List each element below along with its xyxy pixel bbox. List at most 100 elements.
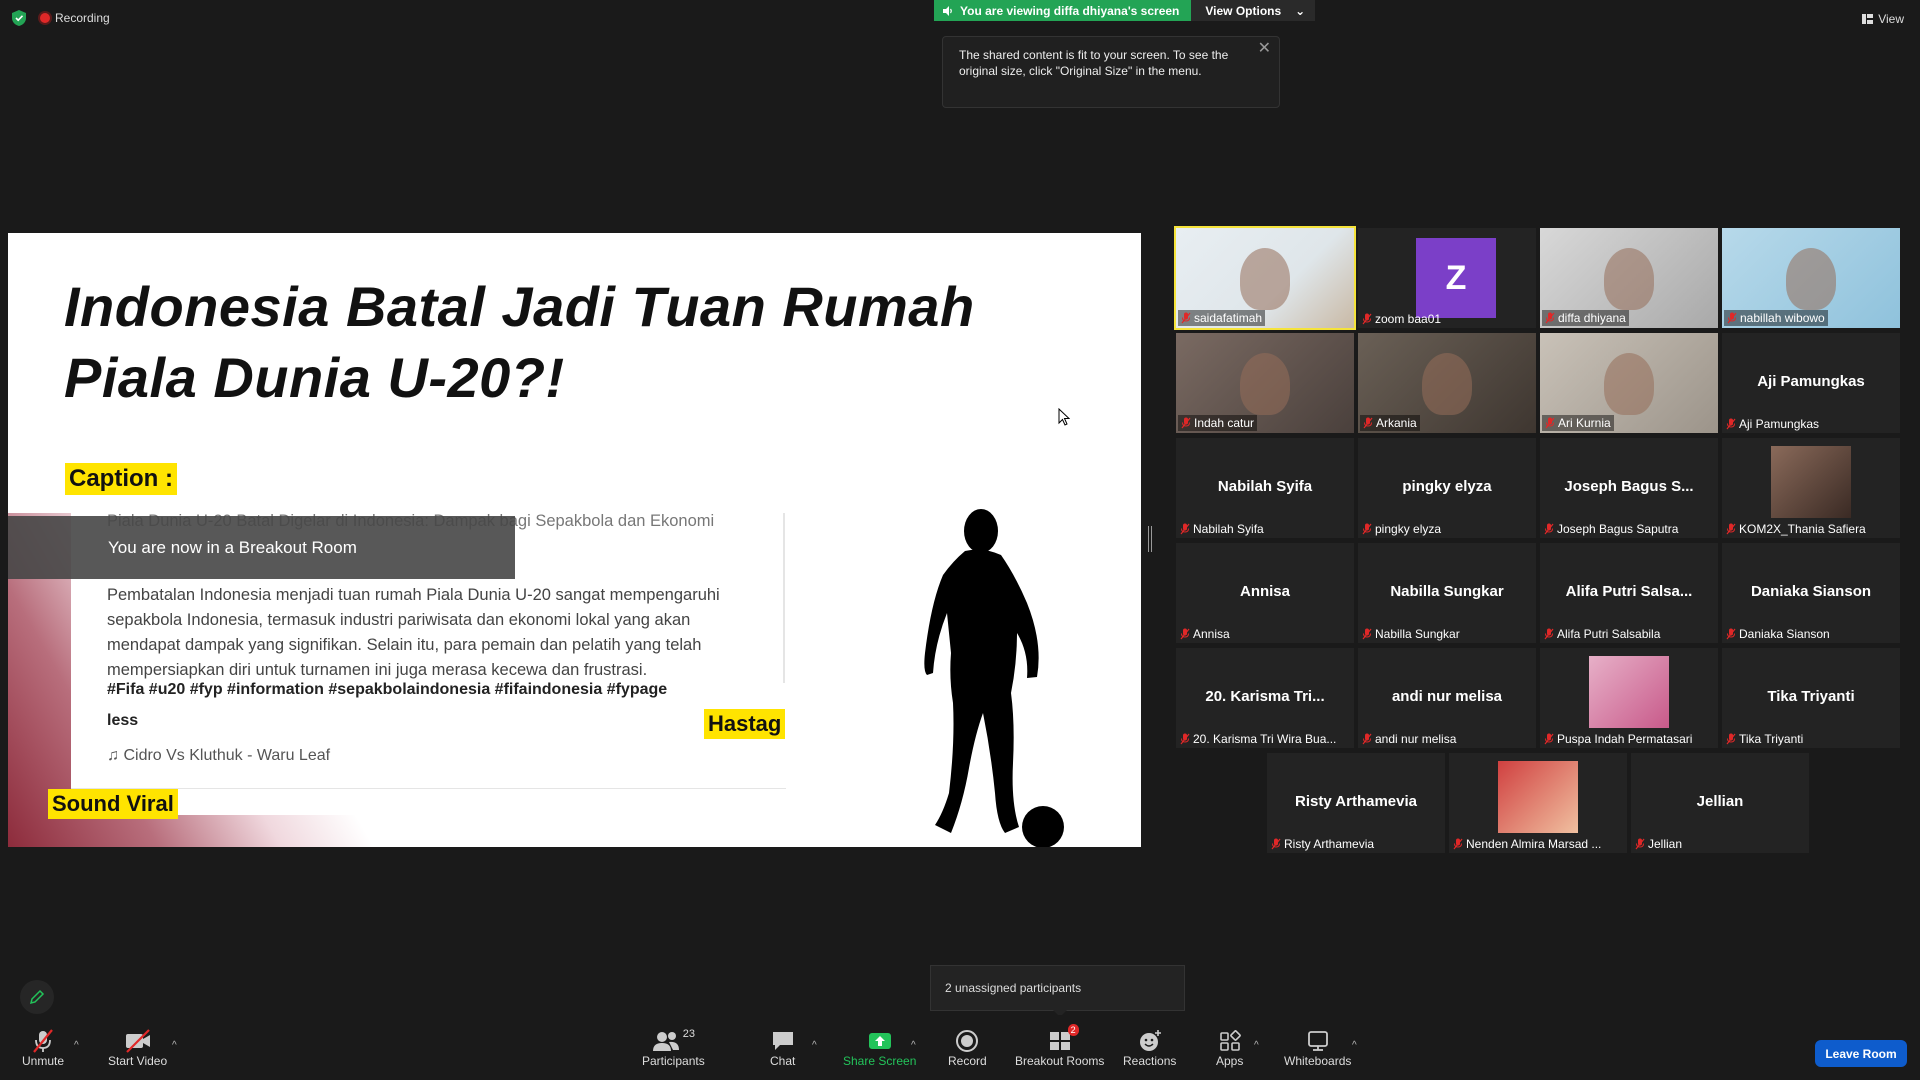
unmute-label: Unmute	[22, 1054, 65, 1068]
participant-label: 20. Karisma Tri Wira Bua...	[1180, 732, 1336, 746]
recording-indicator[interactable]: Recording	[40, 11, 110, 25]
participant-label: Joseph Bagus Saputra	[1544, 522, 1678, 536]
breakout-rooms-button[interactable]: 2 Breakout Rooms	[1015, 1024, 1105, 1068]
participant-tile[interactable]: Zzoom baa01	[1358, 228, 1536, 328]
mic-muted-icon	[1362, 313, 1372, 325]
chat-caret-icon[interactable]: ^	[812, 1040, 817, 1051]
participant-tile[interactable]: nabillah wibowo	[1722, 228, 1900, 328]
mic-off-icon	[33, 1029, 53, 1053]
participant-tile[interactable]: Daniaka Sianson Daniaka Sianson	[1722, 543, 1900, 643]
video-options-caret-icon[interactable]: ^	[172, 1040, 177, 1051]
mic-muted-icon	[1362, 523, 1372, 535]
annotate-button[interactable]	[20, 980, 54, 1014]
record-button[interactable]: Record	[948, 1028, 987, 1068]
mouse-cursor-icon	[1058, 408, 1070, 426]
participant-label: Ari Kurnia	[1542, 415, 1614, 431]
participant-name: zoom baa01	[1375, 312, 1442, 326]
mic-muted-icon	[1726, 733, 1736, 745]
participant-label: Nabilla Sungkar	[1362, 627, 1460, 641]
close-icon[interactable]: ✕	[1258, 41, 1271, 57]
record-icon	[956, 1030, 979, 1052]
participant-tile[interactable]: Indah catur	[1176, 333, 1354, 433]
participant-tile[interactable]: Risty Arthamevia Risty Arthamevia	[1267, 753, 1445, 853]
leave-room-button[interactable]: Leave Room	[1815, 1040, 1907, 1067]
breakout-toast-text: You are now in a Breakout Room	[108, 537, 357, 557]
apps-caret-icon[interactable]: ^	[1254, 1040, 1259, 1051]
participant-name: Puspa Indah Permatasari	[1557, 732, 1693, 746]
start-video-button[interactable]: Start Video	[108, 1028, 167, 1068]
participant-tile[interactable]: Jellian Jellian	[1631, 753, 1809, 853]
participant-name: Annisa	[1193, 627, 1230, 641]
less-link: less	[107, 712, 139, 729]
mic-muted-icon	[1362, 628, 1372, 640]
participant-name: Risty Arthamevia	[1284, 837, 1375, 851]
participant-name: Tika Triyanti	[1739, 732, 1804, 746]
unmute-button[interactable]: Unmute	[22, 1028, 64, 1068]
participant-tile[interactable]: Joseph Bagus S... Joseph Bagus Saputra	[1540, 438, 1718, 538]
participant-display-name: Risty Arthamevia	[1295, 793, 1417, 810]
mic-muted-icon	[1727, 312, 1737, 324]
participant-tile[interactable]: andi nur melisa andi nur melisa	[1358, 648, 1536, 748]
fit-screen-tooltip: The shared content is fit to your screen…	[942, 36, 1280, 108]
view-options-button[interactable]: View Options ⌄	[1191, 0, 1316, 21]
participant-tile[interactable]: Ari Kurnia	[1540, 333, 1718, 433]
shared-screen[interactable]: Indonesia Batal Jadi Tuan Rumah Piala Du…	[8, 233, 1141, 847]
mic-muted-icon	[1453, 838, 1463, 850]
reactions-label: Reactions	[1123, 1054, 1177, 1068]
hashtags-text: #Fifa #u20 #fyp #information #sepakbolai…	[107, 681, 668, 698]
participant-tile[interactable]: Nabilla Sungkar Nabilla Sungkar	[1358, 543, 1536, 643]
view-button[interactable]: View	[1862, 12, 1904, 26]
participant-face	[1604, 353, 1654, 415]
participant-tile[interactable]: Nenden Almira Marsad ...	[1449, 753, 1627, 853]
music-line: ♫ Cidro Vs Kluthuk - Waru Leaf	[107, 747, 330, 765]
music-note-icon: ♫	[107, 747, 124, 764]
record-label: Record	[948, 1054, 987, 1068]
breakout-rooms-label: Breakout Rooms	[1015, 1054, 1105, 1068]
participant-label: Nabilah Syifa	[1180, 522, 1264, 536]
grid-view-icon	[1862, 14, 1874, 24]
participant-name: pingky elyza	[1375, 522, 1442, 536]
mic-muted-icon	[1545, 417, 1555, 429]
split-view-handle[interactable]	[1148, 526, 1152, 552]
participant-tile[interactable]: Nabilah Syifa Nabilah Syifa	[1176, 438, 1354, 538]
participant-name: Nabilah Syifa	[1193, 522, 1264, 536]
participant-label: andi nur melisa	[1362, 732, 1456, 746]
participant-label: zoom baa01	[1362, 312, 1441, 326]
participant-name: Indah catur	[1194, 416, 1255, 430]
participant-tile[interactable]: Aji Pamungkas Aji Pamungkas	[1722, 333, 1900, 433]
apps-label: Apps	[1216, 1054, 1244, 1068]
security-shield-icon[interactable]	[12, 10, 26, 26]
apps-button[interactable]: Apps	[1216, 1028, 1243, 1068]
profile-picture	[1771, 446, 1851, 518]
participant-tile[interactable]: pingky elyza pingky elyza	[1358, 438, 1536, 538]
participant-tile[interactable]: 20. Karisma Tri... 20. Karisma Tri Wira B…	[1176, 648, 1354, 748]
participant-tile[interactable]: diffa dhiyana	[1540, 228, 1718, 328]
mic-muted-icon	[1271, 838, 1281, 850]
participant-tile[interactable]: Puspa Indah Permatasari	[1540, 648, 1718, 748]
share-screen-button[interactable]: Share Screen	[843, 1028, 916, 1068]
participant-face	[1240, 353, 1290, 415]
whiteboards-caret-icon[interactable]: ^	[1352, 1040, 1357, 1051]
participants-button[interactable]: 23 Participants	[642, 1028, 705, 1068]
participant-label: Puspa Indah Permatasari	[1544, 732, 1692, 746]
participant-name: Nabilla Sungkar	[1375, 627, 1460, 641]
audio-options-caret-icon[interactable]: ^	[74, 1040, 79, 1051]
chat-button[interactable]: Chat	[770, 1028, 795, 1068]
participant-display-name: Jellian	[1696, 793, 1744, 810]
whiteboards-button[interactable]: Whiteboards	[1284, 1028, 1351, 1068]
reactions-button[interactable]: Reactions	[1123, 1028, 1176, 1068]
participant-name: Daniaka Sianson	[1739, 627, 1830, 641]
share-options-caret-icon[interactable]: ^	[911, 1040, 916, 1051]
participant-tile[interactable]: Arkania	[1358, 333, 1536, 433]
participant-label: Arkania	[1360, 415, 1420, 431]
participant-tile[interactable]: Alifa Putri Salsa... Alifa Putri Salsabil…	[1540, 543, 1718, 643]
participant-tile[interactable]: Tika Triyanti Tika Triyanti	[1722, 648, 1900, 748]
participant-display-name: Tika Triyanti	[1767, 688, 1855, 705]
participant-tile[interactable]: KOM2X_Thania Safiera	[1722, 438, 1900, 538]
mic-muted-icon	[1726, 418, 1736, 430]
participant-tile[interactable]: Annisa Annisa	[1176, 543, 1354, 643]
participant-tile[interactable]: saidafatimah	[1174, 226, 1356, 330]
participant-name: andi nur melisa	[1375, 732, 1457, 746]
unassigned-participants-popup[interactable]: 2 unassigned participants	[930, 965, 1185, 1017]
participant-name: Ari Kurnia	[1558, 416, 1611, 430]
